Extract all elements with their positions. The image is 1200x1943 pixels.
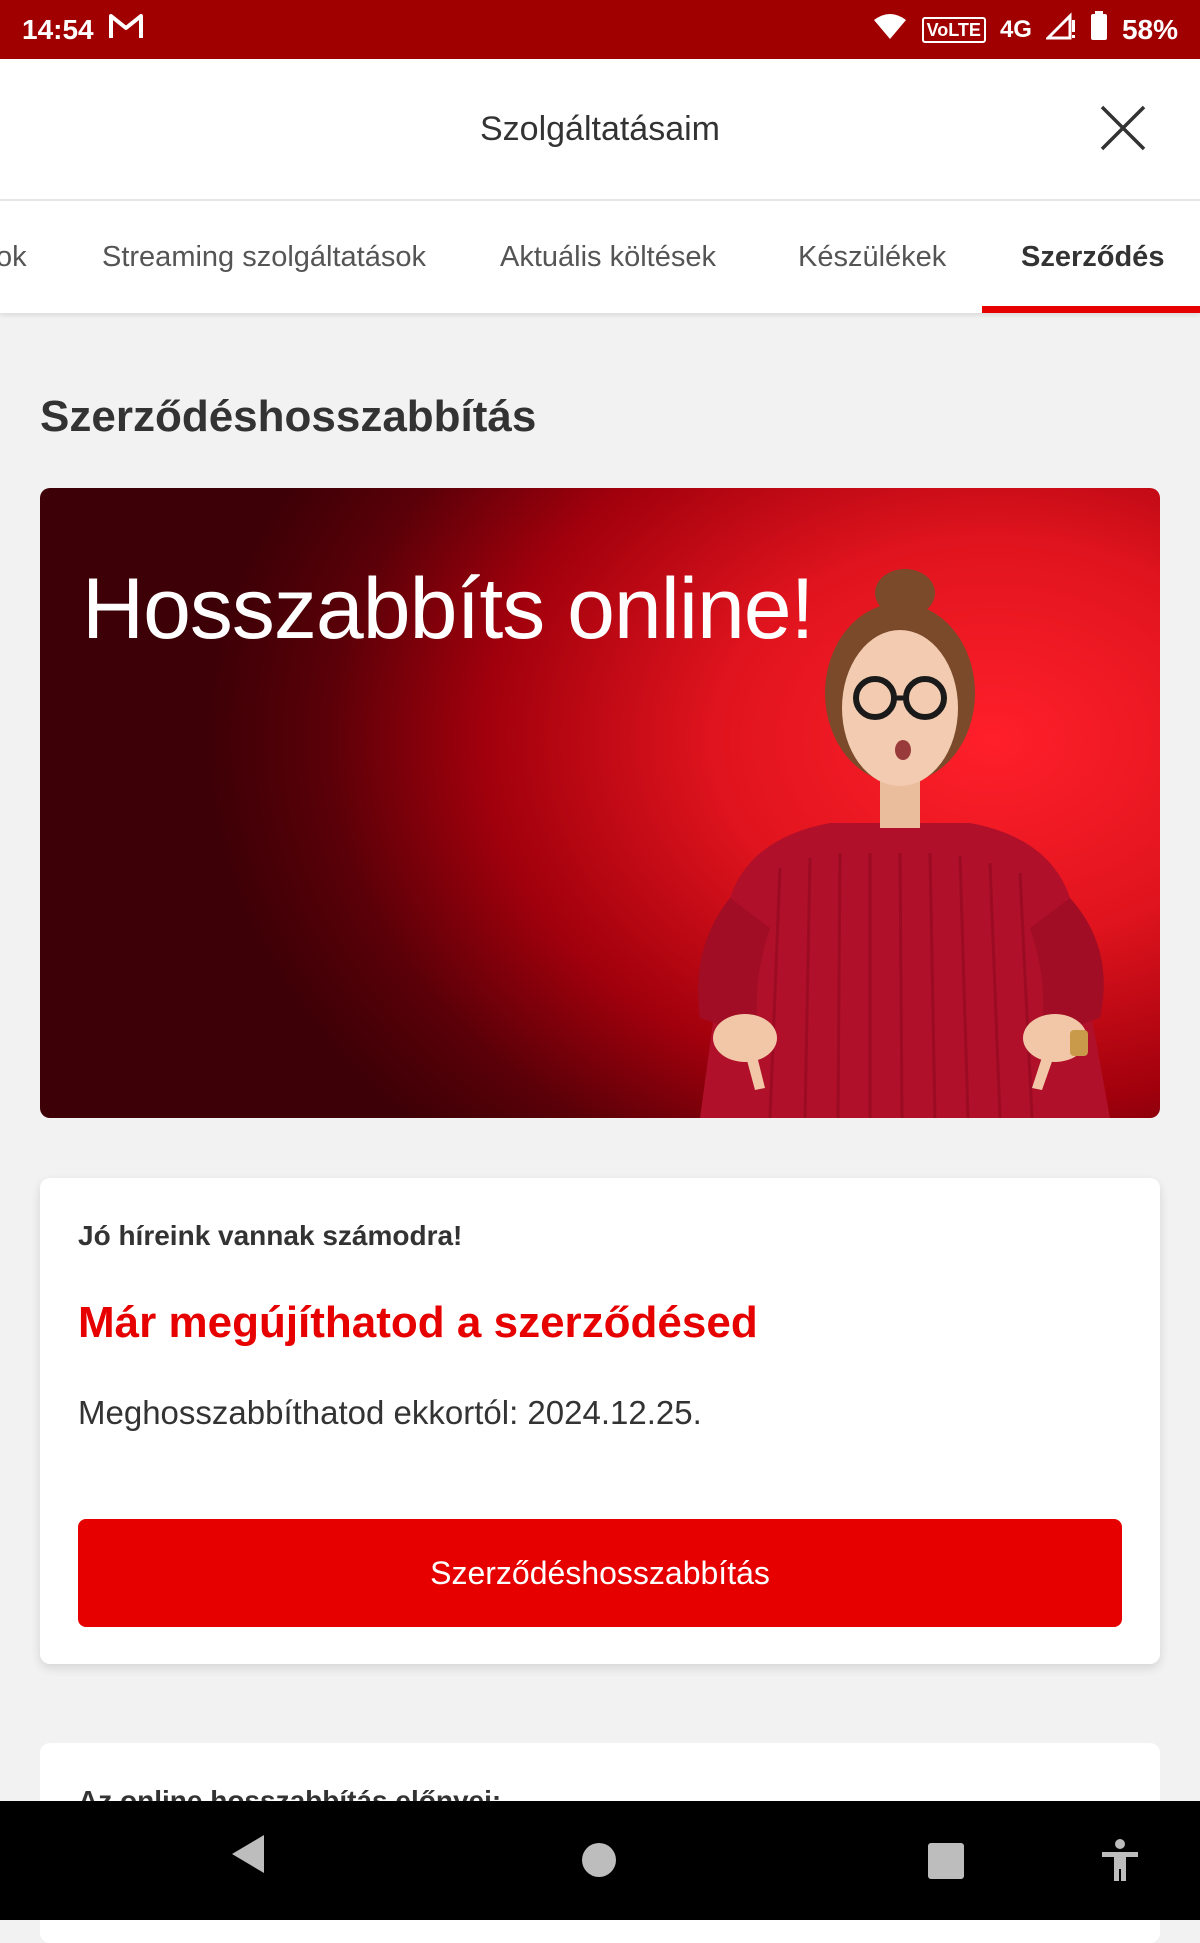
tab-bar: ok Streaming szolgáltatások Aktuális köl…	[0, 201, 1200, 313]
battery-percent: 58%	[1121, 13, 1178, 45]
signal-icon	[1044, 12, 1076, 47]
home-button[interactable]	[580, 1841, 618, 1884]
tab-devices[interactable]: Készülékek	[798, 201, 946, 313]
renewal-date-text: Meghosszabbíthatod ekkortól: 2024.12.25.	[78, 1394, 702, 1431]
volte-badge: VoLTE	[921, 16, 986, 43]
gmail-icon	[108, 12, 144, 47]
app-header: Szolgáltatásaim	[0, 59, 1200, 201]
status-time: 14:54	[22, 13, 94, 45]
status-bar: 14:54 VoLTE 4G 58%	[0, 0, 1200, 59]
card-eyebrow: Jó híreink vannak számodra!	[78, 1220, 463, 1251]
recents-icon	[928, 1843, 964, 1879]
active-tab-indicator	[982, 306, 1200, 313]
back-icon	[232, 1835, 264, 1873]
status-left: 14:54	[22, 12, 144, 47]
close-button[interactable]	[1098, 103, 1148, 153]
woman-pointing-illustration	[698, 569, 1110, 1118]
battery-icon	[1090, 11, 1108, 48]
card-heading: Már megújíthatod a szerződésed	[78, 1298, 758, 1347]
accessibility-button[interactable]	[1100, 1839, 1140, 1888]
tab-contract[interactable]: Szerződés	[1021, 201, 1164, 313]
tab-partial[interactable]: ok	[0, 201, 27, 313]
wifi-icon	[872, 12, 908, 47]
network-type: 4G	[999, 15, 1032, 43]
close-icon	[1100, 105, 1146, 151]
back-button[interactable]	[228, 1831, 268, 1882]
tab-current-spending[interactable]: Aktuális költések	[500, 201, 716, 313]
promo-banner[interactable]: Hosszabbíts online!	[40, 488, 1160, 1118]
renewal-card: Jó híreink vannak számodra! Már megújíth…	[40, 1178, 1160, 1664]
renew-contract-button[interactable]: Szerződéshosszabbítás	[78, 1519, 1122, 1627]
accessibility-icon	[1102, 1839, 1138, 1881]
tab-streaming[interactable]: Streaming szolgáltatások	[102, 201, 426, 313]
page-title: Szolgáltatásaim	[479, 109, 720, 148]
home-icon	[582, 1843, 616, 1877]
navigation-bar	[0, 1801, 1200, 1920]
recents-button[interactable]	[928, 1843, 964, 1884]
section-title: Szerződéshosszabbítás	[40, 392, 537, 441]
status-right: VoLTE 4G 58%	[872, 11, 1178, 48]
